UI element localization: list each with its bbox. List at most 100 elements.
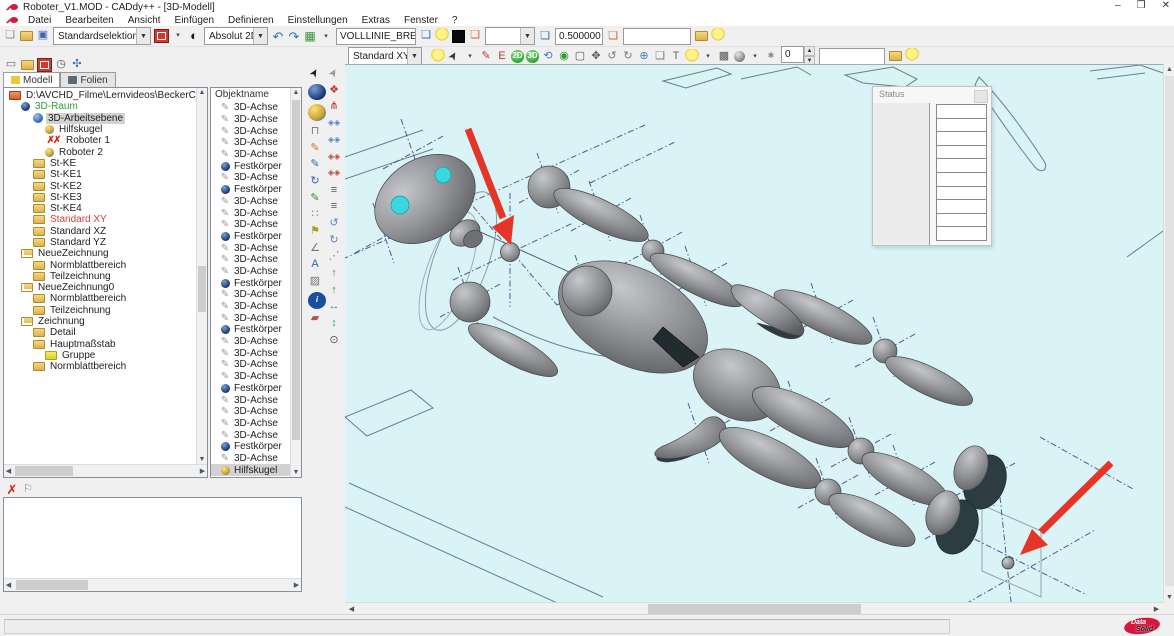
tree-item-detail[interactable]: Detail <box>4 327 207 338</box>
tree-hscrollbar[interactable]: ◀ ▶ <box>4 464 207 477</box>
tree-item-normblattbereich[interactable]: Normblattbereich <box>4 259 207 270</box>
menu-fenster[interactable]: Fenster <box>397 15 445 26</box>
message-panel[interactable]: ◀ ▶ <box>3 497 302 592</box>
menu-bearbeiten[interactable]: Bearbeiten <box>58 15 120 26</box>
layer-folder-icon[interactable] <box>695 31 708 41</box>
link-key-icon[interactable]: ✣ <box>69 57 85 72</box>
tree-item-roboter-2[interactable]: Roboter 2 <box>4 146 207 157</box>
pan-hand-icon[interactable]: ✥ <box>588 49 604 64</box>
hatch-tool-icon[interactable]: ▨ <box>306 273 324 290</box>
object-row[interactable]: ✎3D-Achse <box>211 196 301 208</box>
measure-angle-icon[interactable]: ∠ <box>306 240 324 257</box>
view-extra-input[interactable] <box>819 48 885 65</box>
object-row[interactable]: ✎3D-Achse <box>211 289 301 301</box>
object-row[interactable]: ✎3D-Achse <box>211 172 301 184</box>
folie-folder-icon[interactable] <box>889 51 902 61</box>
clear-flag-icon[interactable]: ⚐ <box>20 482 36 497</box>
menu-datei[interactable]: Datei <box>21 15 58 26</box>
print-preview-icon[interactable]: ❏ <box>652 49 668 64</box>
viewport-3d[interactable]: Status <box>345 64 1163 603</box>
depth-spinner-value[interactable]: 0 <box>781 46 804 63</box>
new-file-icon[interactable]: ❏ <box>2 28 18 43</box>
object-row[interactable]: ✎3D-Achse <box>211 149 301 161</box>
status-window[interactable]: Status <box>872 86 992 246</box>
object-vscrollbar[interactable]: ▲ ▼ <box>290 88 301 477</box>
tree-item-standard-yz[interactable]: Standard YZ <box>4 237 207 248</box>
redraw-pen-icon[interactable]: ✎ <box>478 49 494 64</box>
move-up-green-icon[interactable]: ↑ <box>325 282 343 299</box>
tools-icon[interactable]: T <box>668 49 684 64</box>
menu-definieren[interactable]: Definieren <box>221 15 281 26</box>
object-row[interactable]: ✎3D-Achse <box>211 359 301 371</box>
model-tree[interactable]: D:\AVCHD_Filme\Lernvideos\BeckerCAD 3D P… <box>3 87 208 478</box>
object-row[interactable]: ✎3D-Achse <box>211 137 301 149</box>
tree-item-teilzeichnung[interactable]: Teilzeichnung <box>4 305 207 316</box>
linestyle-combo[interactable]: ▼ <box>485 27 535 45</box>
rotate-view-icon[interactable]: ⟲ <box>540 49 556 64</box>
object-row[interactable]: Festkörper <box>211 184 301 196</box>
rotate-ccw-icon[interactable]: ↺ <box>325 215 343 232</box>
object-row[interactable]: ✎3D-Achse <box>211 254 301 266</box>
menu-einfgen[interactable]: Einfügen <box>168 15 221 26</box>
tree-item-st-ke4[interactable]: St-KE4 <box>4 203 207 214</box>
object-row[interactable]: ✎3D-Achse <box>211 301 301 313</box>
canvas-vscrollbar[interactable]: ▲ ▼ <box>1163 64 1174 602</box>
tree-item-d--avchd-filme-lernvideos-beckercad-3d-pro-m[interactable]: D:\AVCHD_Filme\Lernvideos\BeckerCAD 3D P… <box>4 90 207 101</box>
tree-item-st-ke3[interactable]: St-KE3 <box>4 192 207 203</box>
active-doc-icon[interactable] <box>37 58 52 72</box>
translate-mix-icon[interactable]: ◈◈ <box>325 148 343 165</box>
layer-pick-icon[interactable]: ❏ <box>467 28 483 43</box>
object-row[interactable]: ✎3D-Achse <box>211 125 301 137</box>
linestyle-caret[interactable]: ▼ <box>520 28 534 44</box>
helper-sphere-feet[interactable] <box>1002 557 1014 569</box>
selection-combo[interactable]: Standardselektion ▼ <box>53 27 151 45</box>
delete-reference-icon[interactable]: ✗ <box>4 482 20 497</box>
tree-item-3d-raum[interactable]: 3D-Raum <box>4 101 207 112</box>
object-row[interactable]: Festkörper <box>211 383 301 395</box>
redo-button[interactable]: ↷ <box>286 29 302 44</box>
view-redo-icon[interactable]: ↻ <box>620 49 636 64</box>
zoom-object-icon[interactable]: ◉ <box>556 49 572 64</box>
sketch-pen-green-icon[interactable]: ✎ <box>306 190 324 207</box>
object-row[interactable]: Festkörper <box>211 441 301 453</box>
object-row[interactable]: Festkörper <box>211 277 301 289</box>
axis-tripod-icon[interactable]: ⋔ <box>325 98 343 115</box>
tree-vscrollbar[interactable]: ▲ ▼ <box>196 88 207 464</box>
undo-button[interactable]: ↶ <box>270 29 286 44</box>
object-row[interactable]: ✎3D-Achse <box>211 102 301 114</box>
object-row[interactable]: ✎3D-Achse <box>211 429 301 441</box>
coords-grid-1-icon[interactable]: ≡ <box>325 182 343 199</box>
folie-bulb-icon[interactable] <box>904 48 920 63</box>
new-folder-icon[interactable] <box>21 60 34 70</box>
object-row[interactable]: Festkörper <box>211 160 301 172</box>
rotate-cw-icon[interactable]: ↻ <box>325 232 343 249</box>
coords-grid-2-icon[interactable]: ≡ <box>325 199 343 216</box>
eraser-tool-icon[interactable]: ▰ <box>306 311 324 328</box>
view-2d-button[interactable]: 2D <box>511 50 524 63</box>
object-row[interactable]: ✎3D-Achse <box>211 347 301 359</box>
object-row[interactable]: ✎3D-Achse <box>211 266 301 278</box>
object-row[interactable]: Hilfskugel <box>211 464 301 476</box>
helper-sphere-neck[interactable] <box>501 243 520 262</box>
translate-z-icon[interactable]: ◈◈ <box>325 165 343 182</box>
text-tool-icon[interactable]: A <box>306 257 324 274</box>
cursor-caret[interactable]: ▾ <box>462 49 478 64</box>
close-button[interactable]: ✕ <box>1162 0 1170 11</box>
sketch-pen-orange-icon[interactable]: ✎ <box>306 140 324 157</box>
tree-item-3d-arbeitsebene[interactable]: 3D-Arbeitsebene <box>4 113 207 124</box>
pen-color-swatch[interactable] <box>452 30 465 43</box>
grid-button[interactable]: ▦ <box>302 29 318 44</box>
grid-caret[interactable]: ▾ <box>318 29 334 44</box>
translate-x-icon[interactable]: ◈◈ <box>325 115 343 132</box>
linewidth-input[interactable]: 0.500000 <box>555 28 603 45</box>
tree-item-st-ke[interactable]: St-KE <box>4 158 207 169</box>
translate-y-icon[interactable]: ◈◈ <box>325 132 343 149</box>
menu-[interactable]: ? <box>445 15 465 26</box>
tree-item-neuezeichnung[interactable]: NeueZeichnung <box>4 248 207 259</box>
status-window-close-button[interactable] <box>974 90 988 103</box>
object-row[interactable]: ✎3D-Achse <box>211 371 301 383</box>
tree-item-normblattbereich[interactable]: Normblattbereich <box>4 293 207 304</box>
render-sphere-icon[interactable] <box>734 51 745 62</box>
tree-item-teilzeichnung[interactable]: Teilzeichnung <box>4 271 207 282</box>
flag-tool-icon[interactable]: ⚑ <box>306 223 324 240</box>
